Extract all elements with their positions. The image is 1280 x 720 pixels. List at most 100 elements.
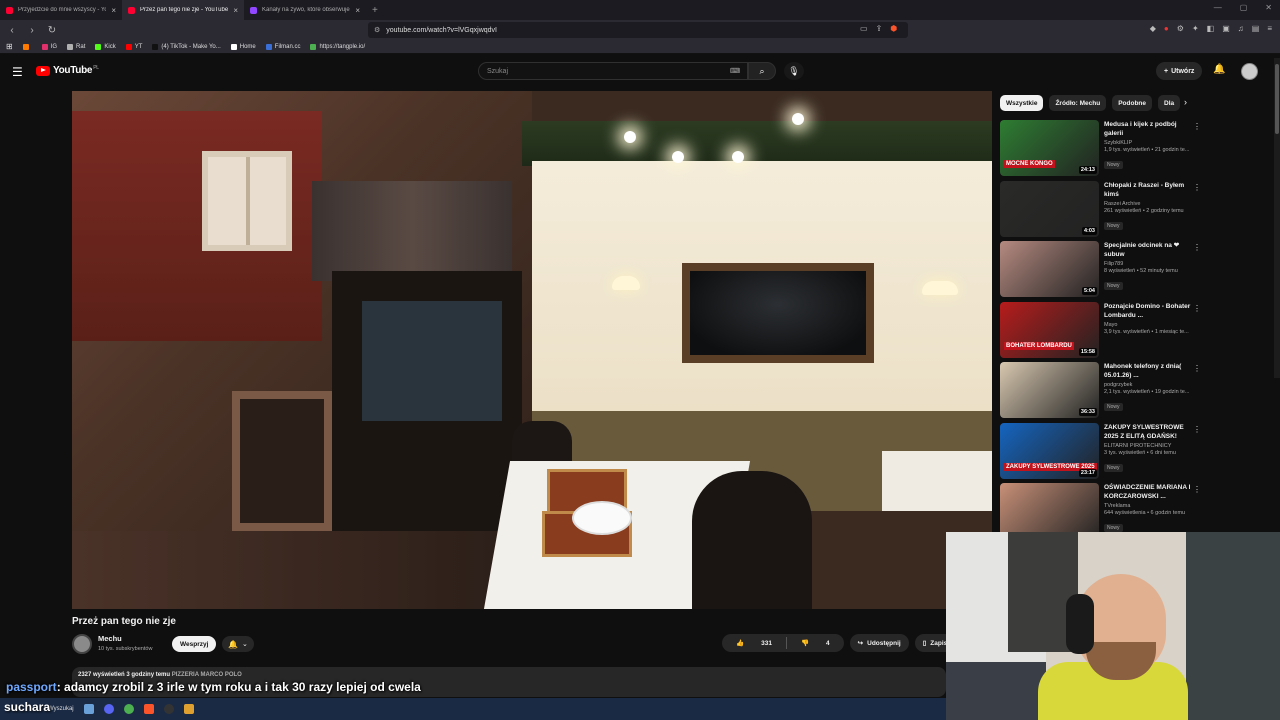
menu-icon[interactable]: ≡ (1267, 24, 1272, 33)
wallet-icon[interactable]: ▤ (1252, 24, 1260, 33)
subscription-bell-button[interactable]: 🔔 ⌄ (222, 636, 254, 652)
bookmark-item[interactable]: Home (230, 43, 256, 50)
filter-chip[interactable]: Podobne (1112, 95, 1153, 111)
recommendation-channel[interactable]: Mayo (1104, 322, 1194, 328)
discord-icon[interactable] (103, 704, 114, 714)
video-thumbnail[interactable]: 4:03 (1000, 180, 1099, 237)
extension-icon[interactable]: ● (1164, 24, 1169, 33)
recommendation-channel[interactable]: TVreklama (1104, 503, 1194, 509)
bookmark-item[interactable]: Rat (67, 43, 85, 50)
page-scrollbar[interactable] (1274, 58, 1280, 378)
back-button[interactable]: ‹ (4, 25, 20, 36)
recommendation-channel[interactable]: Raszei Archive (1104, 201, 1194, 207)
media-icon[interactable]: ♫ (1238, 24, 1244, 33)
recommendation-item[interactable]: MOCNE KONGO 24:13 Medusa i kijek z podbój … (1000, 120, 1205, 178)
browser-tab[interactable]: Przyjedźcie do mnie wszyscy - YouTube × (0, 0, 122, 20)
video-thumbnail[interactable]: MOCNE KONGO 24:13 (1000, 120, 1099, 176)
taskbar-search-label[interactable]: Wyszukaj (48, 706, 74, 712)
hamburger-menu-icon[interactable]: ☰ (12, 65, 23, 79)
bookmark-item[interactable]: IG (41, 43, 57, 50)
bookmark-item[interactable]: Kick (95, 43, 116, 50)
video-thumbnail[interactable]: 5:04 (1000, 241, 1099, 297)
close-tab-icon[interactable]: × (355, 6, 360, 15)
address-bar[interactable]: ⚙ youtube.com/watch?v=lVGqxjwqdvI (368, 22, 908, 38)
search-input[interactable]: Szukaj (478, 62, 748, 80)
new-tab-button[interactable]: + (372, 5, 378, 16)
create-button[interactable]: + Utwórz (1156, 62, 1203, 80)
support-button[interactable]: Wesprzyj (172, 636, 217, 652)
filter-chip[interactable]: Źródło: Mechu (1049, 95, 1107, 111)
recommendation-channel[interactable]: ELITARNI PIROTECHNICY (1104, 443, 1194, 449)
minimize-button[interactable]: — (1214, 3, 1222, 12)
video-thumbnail[interactable] (1000, 483, 1099, 532)
browser-tab[interactable]: Kanały na żywo, które obserwujesz - Twit… (244, 0, 366, 20)
bookmark-item[interactable]: Filman.cc (265, 43, 300, 50)
recommendation-item[interactable]: OŚWIADCZENIE MARIANA I KORCZAROWSKI ... T… (1000, 483, 1205, 532)
extension-icon[interactable]: ⚙ (1177, 24, 1184, 33)
reload-icon[interactable]: ↻ (44, 25, 60, 36)
more-vert-icon[interactable]: ⋮ (1193, 485, 1201, 494)
voice-search-button[interactable]: 🎙 (784, 62, 804, 80)
extension-icon[interactable]: ▣ (1222, 24, 1230, 33)
brave-icon[interactable] (143, 704, 154, 714)
video-thumbnail[interactable]: ZAKUPY SYLWESTROWE 2025 23:17 (1000, 422, 1099, 479)
notifications-bell-icon[interactable]: 🔔 (1213, 64, 1225, 75)
like-button[interactable]: 👍 331 (722, 639, 786, 648)
share-icon[interactable]: ⇪ (876, 24, 883, 33)
keyboard-icon[interactable]: ⌨ (730, 67, 740, 75)
video-thumbnail[interactable]: BOHATER LOMBARDU 15:58 (1000, 301, 1099, 358)
apps-grid-icon[interactable]: ⊞ (6, 42, 13, 51)
more-vert-icon[interactable]: ⋮ (1193, 183, 1201, 192)
browser-tab[interactable]: Przeż pan tego nie zje - YouTube × (122, 0, 244, 20)
video-thumbnail[interactable]: 36:33 (1000, 362, 1099, 418)
forward-button[interactable]: › (24, 25, 40, 36)
obs-icon[interactable] (163, 704, 174, 714)
more-vert-icon[interactable]: ⋮ (1193, 425, 1201, 434)
search-button[interactable]: ⌕ (748, 62, 776, 80)
dislike-button[interactable]: 👎 4 (787, 639, 844, 648)
maximize-button[interactable]: ▢ (1240, 3, 1248, 12)
recommendation-title[interactable]: ZAKUPY SYLWESTROWE 2025 Z ELITĄ GDAŃSK! (1104, 423, 1194, 441)
more-vert-icon[interactable]: ⋮ (1193, 122, 1201, 131)
more-vert-icon[interactable]: ⋮ (1193, 364, 1201, 373)
recommendation-title[interactable]: Chłopaki z Raszei - Byłem kimś (1104, 181, 1194, 199)
chevron-right-icon[interactable]: › (1184, 97, 1187, 107)
close-window-button[interactable]: ✕ (1265, 3, 1272, 12)
recommendation-item[interactable]: 4:03 Chłopaki z Raszei - Byłem kimś Raszei… (1000, 180, 1205, 239)
app-icon[interactable] (183, 704, 194, 714)
share-button[interactable]: ↪ Udostępnij (849, 634, 909, 652)
extension-icon[interactable]: ◆ (1150, 24, 1156, 33)
recommendation-item[interactable]: BOHATER LOMBARDU 15:58 Poznajcie Domino - … (1000, 301, 1205, 360)
file-explorer-icon[interactable] (83, 704, 94, 714)
recommendation-title[interactable]: Poznajcie Domino - Bohater Lombardu ... (1104, 302, 1194, 320)
puzzle-icon[interactable]: ✦ (1192, 24, 1199, 33)
youtube-logo[interactable]: YouTube PL (36, 65, 99, 76)
channel-avatar[interactable] (72, 634, 92, 654)
site-info-icon[interactable]: ⚙ (374, 26, 380, 34)
recommendation-item[interactable]: 36:33 Mahonek telefony z dnia( 05.01.26) … (1000, 362, 1205, 420)
shield-icon[interactable]: ⬢ (890, 24, 897, 33)
recommendation-title[interactable]: Medusa i kijek z podbój galerii (1104, 120, 1194, 138)
bookmark-item[interactable]: https://tangple.io/ (310, 43, 365, 50)
recommendation-channel[interactable]: SzybkiKLIP (1104, 140, 1194, 146)
close-tab-icon[interactable]: × (111, 6, 116, 15)
bookmark-item[interactable]: YT (125, 43, 142, 50)
bookmark-item[interactable]: (4) TikTok - Make Yo... (152, 43, 221, 50)
chrome-icon[interactable] (123, 704, 134, 714)
recommendation-item[interactable]: 5:04 Specjalnie odcinek na ❤ subuw Filip78… (1000, 241, 1205, 299)
recommendation-channel[interactable]: podgrzybek (1104, 382, 1194, 388)
recommendation-channel[interactable]: Filip789 (1104, 261, 1194, 267)
recommendation-title[interactable]: OŚWIADCZENIE MARIANA I KORCZAROWSKI ... (1104, 483, 1194, 501)
scrollbar-thumb[interactable] (1275, 64, 1279, 134)
filter-chip[interactable]: Wszystkie (1000, 95, 1044, 111)
extension-icon[interactable]: ◧ (1207, 24, 1215, 33)
more-vert-icon[interactable]: ⋮ (1193, 243, 1201, 252)
recommendation-item[interactable]: ZAKUPY SYLWESTROWE 2025 23:17 ZAKUPY SYLWE… (1000, 422, 1205, 481)
recommendation-title[interactable]: Mahonek telefony z dnia( 05.01.26) ... (1104, 362, 1194, 380)
close-tab-icon[interactable]: × (233, 6, 238, 15)
bookmark-item[interactable] (22, 43, 32, 50)
account-avatar[interactable] (1241, 63, 1258, 80)
filter-chip[interactable]: Dla (1158, 95, 1181, 111)
video-player[interactable] (72, 91, 992, 609)
recommendation-title[interactable]: Specjalnie odcinek na ❤ subuw (1104, 241, 1194, 259)
